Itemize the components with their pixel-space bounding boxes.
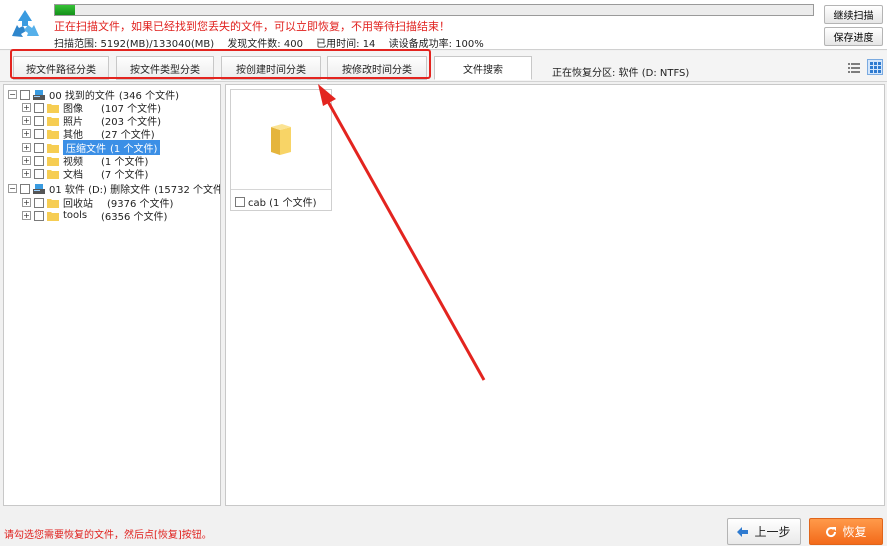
tab-by-type[interactable]: 按文件类型分类 xyxy=(116,56,214,80)
tree-checkbox[interactable] xyxy=(34,197,44,208)
recover-button[interactable]: 恢复 xyxy=(809,518,883,545)
expand-icon[interactable]: + xyxy=(22,198,31,207)
list-view-icon[interactable] xyxy=(846,59,862,75)
tree-checkbox[interactable] xyxy=(34,155,44,166)
scan-range: 扫描范围: 5192(MB)/133040(MB) xyxy=(54,39,215,50)
grid-item-cab[interactable]: cab (1 个文件) xyxy=(230,89,332,211)
grid-item-label: cab (1 个文件) xyxy=(235,194,317,209)
expand-icon[interactable]: + xyxy=(22,156,31,165)
scan-progress-fill xyxy=(55,5,76,15)
collapse-icon[interactable]: − xyxy=(8,90,17,99)
recycle-logo-icon xyxy=(12,10,39,37)
expand-icon[interactable]: + xyxy=(22,211,31,220)
expand-icon[interactable]: + xyxy=(22,129,31,138)
read-success-rate: 读设备成功率: 100% xyxy=(388,39,484,50)
scan-header: 正在扫描文件，如果已经找到您丢失的文件，可以立即恢复，不用等待扫描结束！ 扫描范… xyxy=(0,0,887,50)
previous-step-button[interactable]: 上一步 xyxy=(727,518,801,545)
folder-large-icon xyxy=(271,123,291,155)
tree-checkbox[interactable] xyxy=(34,142,44,153)
tree-root-deleted-files[interactable]: − 01 软件 (D:) 删除文件 (15732 个文件) xyxy=(8,182,220,196)
tree-checkbox[interactable] xyxy=(20,89,30,100)
collapse-icon[interactable]: − xyxy=(8,184,17,193)
tree-item-other[interactable]: + 其他 (27 个文件) xyxy=(22,127,155,141)
tab-by-path[interactable]: 按文件路径分类 xyxy=(13,56,109,80)
save-progress-button[interactable]: 保存进度 xyxy=(824,27,883,46)
grid-item-checkbox[interactable] xyxy=(235,196,245,207)
expand-icon[interactable]: + xyxy=(22,103,31,112)
folder-icon xyxy=(47,169,59,179)
expand-icon[interactable]: + xyxy=(22,116,31,125)
drive-icon xyxy=(33,89,45,100)
refresh-icon xyxy=(826,526,837,537)
category-tabs-bar: 按文件路径分类 按文件类型分类 按创建时间分类 按修改时间分类 文件搜索 正在恢… xyxy=(0,51,887,82)
tree-checkbox[interactable] xyxy=(20,183,30,194)
scan-stats: 扫描范围: 5192(MB)/133040(MB) 发现文件数: 400 已用时… xyxy=(54,35,494,50)
footer-bar: 请勾选您需要恢复的文件，然后点[恢复]按钮。 上一步 恢复 xyxy=(0,507,887,546)
expand-icon[interactable]: + xyxy=(22,169,31,178)
drive-icon xyxy=(33,183,45,194)
scan-progress-bar xyxy=(54,4,814,16)
tree-checkbox[interactable] xyxy=(34,128,44,139)
continue-scan-button[interactable]: 继续扫描 xyxy=(824,5,883,24)
scan-status-message: 正在扫描文件，如果已经找到您丢失的文件，可以立即恢复，不用等待扫描结束！ xyxy=(54,20,450,33)
recover-instruction: 请勾选您需要恢复的文件，然后点[恢复]按钮。 xyxy=(4,530,212,541)
grid-view-icon[interactable] xyxy=(867,59,883,75)
folder-icon xyxy=(47,198,59,208)
folder-tree: − 00 找到的文件 (346 个文件) + 图像 (107 个文件) + 照片… xyxy=(3,84,221,506)
file-grid: cab (1 个文件) xyxy=(225,84,885,506)
folder-icon xyxy=(47,156,59,166)
tree-checkbox[interactable] xyxy=(34,168,44,179)
recovering-partition-label: 正在恢复分区: 软件 (D: NTFS) xyxy=(552,68,690,79)
tab-by-modified-time[interactable]: 按修改时间分类 xyxy=(327,56,427,80)
tree-item-tools[interactable]: + tools (6356 个文件) xyxy=(22,209,167,223)
elapsed-time: 已用时间: 14 xyxy=(316,39,376,50)
grid-item-thumbnail[interactable] xyxy=(231,90,331,190)
tree-item-documents[interactable]: + 文档 (7 个文件) xyxy=(22,167,148,181)
folder-icon xyxy=(47,129,59,139)
folder-icon xyxy=(47,116,59,126)
tree-checkbox[interactable] xyxy=(34,210,44,221)
tree-checkbox[interactable] xyxy=(34,102,44,113)
tab-by-created-time[interactable]: 按创建时间分类 xyxy=(221,56,321,80)
folder-icon xyxy=(47,143,59,153)
arrow-left-icon xyxy=(737,526,749,537)
tab-file-search[interactable]: 文件搜索 xyxy=(434,56,532,80)
files-found: 发现文件数: 400 xyxy=(227,39,303,50)
folder-icon xyxy=(47,211,59,221)
tree-checkbox[interactable] xyxy=(34,115,44,126)
folder-icon xyxy=(47,103,59,113)
expand-icon[interactable]: + xyxy=(22,143,31,152)
